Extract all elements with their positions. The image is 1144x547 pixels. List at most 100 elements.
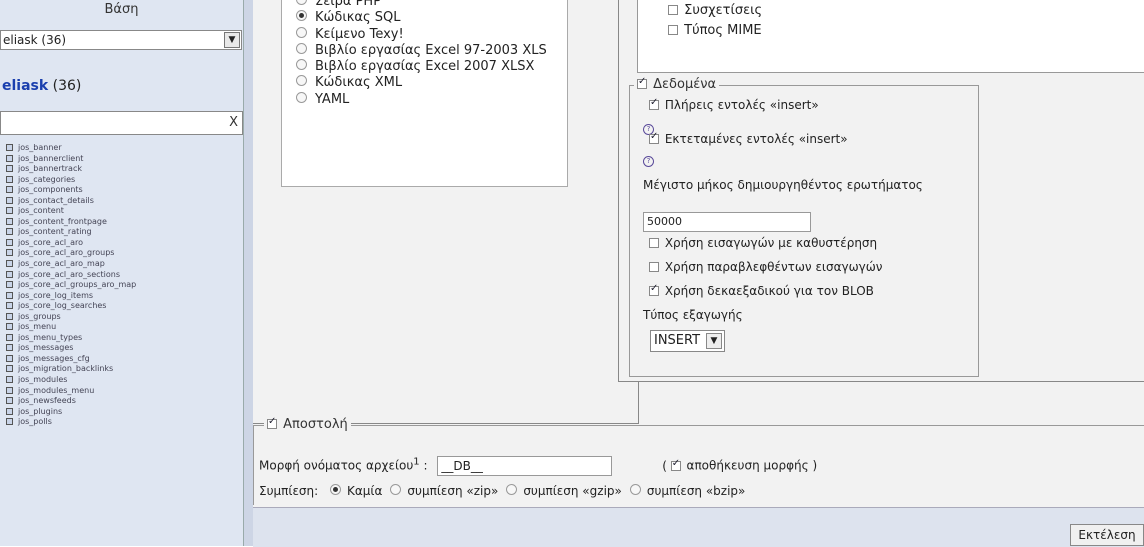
extended-inserts-option[interactable]: Εκτεταμένες εντολές «insert»	[649, 131, 848, 146]
format-radio[interactable]	[296, 0, 307, 5]
data-checkbox[interactable]	[637, 76, 647, 89]
table-list-item[interactable]: jos_plugins	[6, 407, 136, 418]
table-icon[interactable]	[6, 249, 13, 257]
table-list-item[interactable]: jos_categories	[6, 175, 136, 186]
compression-radio[interactable]	[629, 484, 641, 495]
table-list-item[interactable]: jos_contact_details	[6, 196, 136, 207]
table-list-item[interactable]: jos_content	[6, 206, 136, 217]
database-link-name[interactable]: eliask	[2, 78, 48, 94]
table-icon[interactable]	[6, 154, 13, 162]
format-option[interactable]: Βιβλίο εργασίας Excel 97-2003 XLS	[296, 42, 547, 59]
table-list-item[interactable]: jos_core_log_items	[6, 291, 136, 302]
table-icon[interactable]	[6, 386, 13, 394]
table-name[interactable]: jos_messages_cfg	[18, 354, 90, 363]
table-list-item[interactable]: jos_newsfeeds	[6, 396, 136, 407]
table-list-item[interactable]: jos_core_acl_aro_groups	[6, 248, 136, 259]
data-legend[interactable]: Δεδομένα	[634, 76, 720, 92]
table-filter-input[interactable]: X	[0, 111, 243, 135]
maxlen-input[interactable]: 50000	[643, 212, 811, 232]
table-icon[interactable]	[6, 365, 13, 373]
table-list-item[interactable]: jos_bannerclient	[6, 154, 136, 165]
format-option[interactable]: Σειρά PHP	[296, 0, 547, 10]
send-legend[interactable]: Αποστολή	[264, 416, 351, 432]
format-radio[interactable]	[296, 42, 307, 54]
table-name[interactable]: jos_menu_types	[18, 333, 82, 342]
mime-checkbox[interactable]	[668, 25, 678, 35]
table-name[interactable]: jos_messages	[18, 343, 73, 352]
format-option[interactable]: Βιβλίο εργασίας Excel 2007 XLSX	[296, 59, 547, 75]
table-name[interactable]: jos_contact_details	[18, 196, 94, 205]
table-name[interactable]: jos_components	[18, 185, 83, 194]
table-icon[interactable]	[6, 238, 13, 246]
chevron-down-icon[interactable]: ▼	[706, 333, 722, 349]
table-name[interactable]: jos_bannerclient	[18, 154, 83, 163]
table-icon[interactable]	[6, 165, 13, 173]
table-list-item[interactable]: jos_menu_types	[6, 333, 136, 344]
table-name[interactable]: jos_content_rating	[18, 227, 92, 236]
filename-input[interactable]: __DB__	[437, 456, 613, 476]
export-type-select[interactable]: INSERT ▼	[650, 330, 725, 352]
table-list-item[interactable]: jos_menu	[6, 322, 136, 333]
table-icon[interactable]	[6, 376, 13, 384]
table-icon[interactable]	[6, 291, 13, 299]
table-list-item[interactable]: jos_modules_menu	[6, 386, 136, 397]
table-list-item[interactable]: jos_bannertrack	[6, 164, 136, 175]
compression-option[interactable]: συμπίεση «bzip»	[629, 484, 745, 498]
table-list-item[interactable]: jos_messages_cfg	[6, 354, 136, 365]
database-select[interactable]: eliask (36) ▼	[0, 30, 242, 50]
format-radio[interactable]	[296, 59, 307, 71]
table-icon[interactable]	[6, 281, 13, 289]
table-list-item[interactable]: jos_polls	[6, 417, 136, 428]
table-list-item[interactable]: jos_messages	[6, 343, 136, 354]
table-name[interactable]: jos_polls	[18, 417, 52, 426]
compression-radio[interactable]	[390, 484, 402, 495]
table-icon[interactable]	[6, 397, 13, 405]
relations-checkbox[interactable]	[668, 5, 678, 15]
table-name[interactable]: jos_core_acl_aro_groups	[18, 248, 114, 257]
table-icon[interactable]	[6, 196, 13, 204]
table-icon[interactable]	[6, 228, 13, 236]
table-name[interactable]: jos_modules	[18, 375, 67, 384]
database-link[interactable]: eliask (36)	[2, 78, 81, 94]
table-icon[interactable]	[6, 418, 13, 426]
table-list-item[interactable]: jos_groups	[6, 312, 136, 323]
complete-inserts-option[interactable]: Πλήρεις εντολές «insert»	[649, 97, 819, 112]
table-name[interactable]: jos_core_log_searches	[18, 301, 106, 310]
compression-radio[interactable]	[506, 484, 518, 495]
table-list-item[interactable]: jos_migration_backlinks	[6, 364, 136, 375]
format-option[interactable]: Κείμενο Texy!	[296, 26, 547, 43]
table-list-item[interactable]: jos_core_acl_aro_sections	[6, 270, 136, 281]
table-icon[interactable]	[6, 312, 13, 320]
table-icon[interactable]	[6, 217, 13, 225]
table-icon[interactable]	[6, 260, 13, 268]
table-name[interactable]: jos_content_frontpage	[18, 217, 107, 226]
table-name[interactable]: jos_migration_backlinks	[18, 364, 113, 373]
table-list-item[interactable]: jos_core_acl_groups_aro_map	[6, 280, 136, 291]
format-option[interactable]: Κώδικας SQL	[296, 10, 547, 26]
table-icon[interactable]	[6, 407, 13, 415]
table-name[interactable]: jos_bannertrack	[18, 164, 82, 173]
table-name[interactable]: jos_core_acl_aro	[18, 238, 83, 247]
table-name[interactable]: jos_menu	[18, 322, 56, 331]
delayed-inserts-option[interactable]: Χρήση εισαγωγών με καθυστέρηση	[649, 236, 877, 250]
table-icon[interactable]	[6, 323, 13, 331]
chevron-down-icon[interactable]: ▼	[224, 32, 240, 48]
table-list-item[interactable]: jos_components	[6, 185, 136, 196]
table-icon[interactable]	[6, 144, 13, 151]
table-name[interactable]: jos_core_acl_groups_aro_map	[18, 280, 136, 289]
ignore-inserts-option[interactable]: Χρήση παραβλεφθέντων εισαγωγών	[649, 260, 883, 274]
clear-filter-button[interactable]: X	[229, 115, 238, 130]
format-radio[interactable]	[296, 10, 307, 22]
go-button[interactable]: Εκτέλεση	[1070, 524, 1144, 546]
table-name[interactable]: jos_core_log_items	[18, 291, 93, 300]
table-list-item[interactable]: jos_content_frontpage	[6, 217, 136, 228]
table-icon[interactable]	[6, 344, 13, 352]
table-icon[interactable]	[6, 175, 13, 183]
table-icon[interactable]	[6, 354, 13, 362]
table-icon[interactable]	[6, 302, 13, 310]
table-name[interactable]: jos_newsfeeds	[18, 396, 76, 405]
table-name[interactable]: jos_modules_menu	[18, 386, 94, 395]
format-option[interactable]: Κώδικας XML	[296, 75, 547, 91]
table-name[interactable]: jos_core_acl_aro_map	[18, 259, 105, 268]
table-icon[interactable]	[6, 207, 13, 215]
